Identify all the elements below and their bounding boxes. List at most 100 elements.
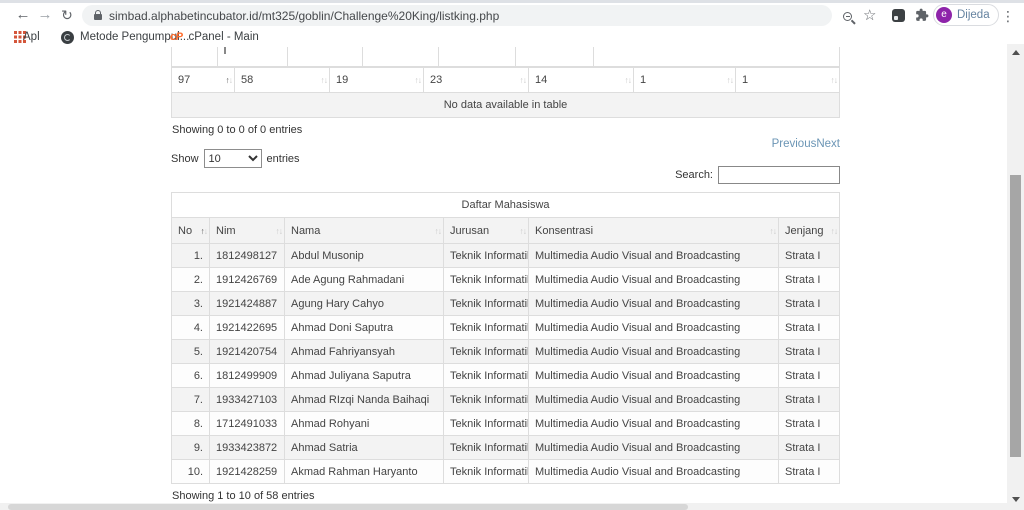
- cell-nim: 1812499909: [210, 364, 285, 388]
- table-row: 5.1921420754Ahmad FahriyansyahTeknik Inf…: [172, 340, 840, 364]
- search-input[interactable]: [718, 166, 840, 184]
- extensions-puzzle-icon[interactable]: [915, 8, 929, 27]
- cell-konsentrasi: Multimedia Audio Visual and Broadcasting: [529, 388, 779, 412]
- cell-nama: Ahmad RIzqi Nanda Baihaqi: [285, 388, 444, 412]
- reload-icon[interactable]: ↻: [56, 3, 78, 28]
- column-header[interactable]: 1↑↓: [736, 68, 840, 93]
- column-header[interactable]: 1 ↑↓: [634, 68, 736, 93]
- vertical-scrollbar-thumb[interactable]: [1010, 175, 1021, 457]
- sort-icon: ↑↓: [520, 75, 527, 85]
- cell-jurusan: Teknik Informatika: [444, 388, 529, 412]
- cell-nama: Abdul Musonip: [285, 244, 444, 268]
- column-header-label: Nama: [291, 225, 320, 237]
- cpanel-icon: cP: [170, 31, 182, 43]
- bookmark-cpanel[interactable]: cP cPanel - Main: [170, 28, 259, 46]
- column-header[interactable]: 58↑↓: [235, 68, 330, 93]
- cell-nama: Ahmad Rohyani: [285, 412, 444, 436]
- students-info: Showing 1 to 10 of 58 entries: [172, 490, 314, 502]
- cell-jurusan: Teknik Informatika: [444, 244, 529, 268]
- cell-jenjang: Strata I: [779, 340, 840, 364]
- table-row: 1.1812498127Abdul MusonipTeknik Informat…: [172, 244, 840, 268]
- cutoff-text: [224, 47, 226, 54]
- sort-icon: ↑↓: [201, 226, 208, 236]
- profile-name: Dijeda: [957, 9, 990, 21]
- bookmark-label: Apl: [23, 31, 40, 43]
- cell-jurusan: Teknik Informatika: [444, 364, 529, 388]
- column-header-label: Konsentrasi: [535, 225, 593, 237]
- next-button[interactable]: Next: [816, 138, 840, 150]
- column-header[interactable]: 23↑↓: [424, 68, 529, 93]
- sort-icon: ↑↓: [625, 75, 632, 85]
- column-header[interactable]: Jenjang↑↓: [779, 218, 840, 244]
- sort-icon: ↑↓: [727, 75, 734, 85]
- cell-jenjang: Strata I: [779, 292, 840, 316]
- cell-no: 1.: [172, 244, 210, 268]
- column-header-label: No: [178, 225, 192, 237]
- profile-chip[interactable]: e Dijeda: [933, 4, 999, 26]
- column-header[interactable]: 14 ↑↓: [529, 68, 634, 93]
- url-text[interactable]: simbad.alphabetincubator.id/mt325/goblin…: [109, 9, 499, 23]
- cell-jenjang: Strata I: [779, 316, 840, 340]
- table-row: 2.1912426769Ade Agung RahmadaniTeknik In…: [172, 268, 840, 292]
- cell-nim: 1712491033: [210, 412, 285, 436]
- sort-icon: ↑↓: [770, 226, 777, 236]
- students-table: Daftar Mahasiswa No↑↓Nim↑↓Nama↑↓Jurusan↑…: [171, 192, 840, 484]
- cell-nama: Ahmad Satria: [285, 436, 444, 460]
- column-header-label: 1: [742, 74, 748, 86]
- cell-jurusan: Teknik Informatika: [444, 316, 529, 340]
- scroll-down-icon[interactable]: [1012, 497, 1020, 502]
- cell-konsentrasi: Multimedia Audio Visual and Broadcasting: [529, 340, 779, 364]
- column-header-label: 97: [178, 74, 190, 86]
- back-icon[interactable]: ←: [12, 3, 34, 28]
- browser-toolbar: ← → ↻ simbad.alphabetincubator.id/mt325/…: [0, 3, 1024, 28]
- previous-button[interactable]: Previous: [772, 138, 817, 150]
- cell-nama: Ahmad Doni Saputra: [285, 316, 444, 340]
- horizontal-scrollbar-thumb[interactable]: [8, 504, 688, 510]
- pagination: PreviousNext: [772, 138, 840, 150]
- cell-konsentrasi: Multimedia Audio Visual and Broadcasting: [529, 292, 779, 316]
- table-row: 4.1921422695Ahmad Doni SaputraTeknik Inf…: [172, 316, 840, 340]
- cell-no: 5.: [172, 340, 210, 364]
- forward-icon[interactable]: →: [34, 3, 56, 28]
- cutoff-table-row: [171, 47, 840, 67]
- cell-nim: 1933423872: [210, 436, 285, 460]
- cell-jurusan: Teknik Informatika: [444, 292, 529, 316]
- column-header[interactable]: Nim↑↓: [210, 218, 285, 244]
- cell-no: 4.: [172, 316, 210, 340]
- cell-no: 9.: [172, 436, 210, 460]
- cell-no: 7.: [172, 388, 210, 412]
- column-header-label: 14: [535, 74, 547, 86]
- cell-nim: 1812498127: [210, 244, 285, 268]
- extension-icon[interactable]: [892, 9, 905, 22]
- sort-icon: ↑↓: [226, 75, 233, 85]
- address-bar[interactable]: simbad.alphabetincubator.id/mt325/goblin…: [82, 5, 832, 26]
- entries-select[interactable]: 10: [204, 149, 262, 168]
- bookmark-star-icon[interactable]: ☆: [863, 6, 876, 26]
- cell-jurusan: Teknik Informatika: [444, 412, 529, 436]
- table-title: Daftar Mahasiswa: [172, 193, 840, 218]
- column-header[interactable]: 19↑↓: [330, 68, 424, 93]
- table-row: 9.1933423872Ahmad SatriaTeknik Informati…: [172, 436, 840, 460]
- cell-jurusan: Teknik Informatika: [444, 460, 529, 484]
- column-header[interactable]: Nama↑↓: [285, 218, 444, 244]
- cell-nim: 1921424887: [210, 292, 285, 316]
- column-header[interactable]: 97 ↑↓: [172, 68, 235, 93]
- column-header[interactable]: No ↑↓: [172, 218, 210, 244]
- cell-jurusan: Teknik Informatika: [444, 268, 529, 292]
- column-header-label: 1: [640, 74, 646, 86]
- browser-menu-icon[interactable]: ⋮: [1001, 6, 1015, 26]
- cell-no: 3.: [172, 292, 210, 316]
- scroll-up-icon[interactable]: [1012, 50, 1020, 55]
- table-row: 3.1921424887Agung Hary CahyoTeknik Infor…: [172, 292, 840, 316]
- zoom-icon[interactable]: [843, 12, 852, 21]
- padlock-icon[interactable]: [94, 14, 102, 20]
- show-label: Show: [171, 153, 199, 165]
- apps-grid-icon: [14, 31, 17, 34]
- bookmark-apl[interactable]: Apl: [13, 28, 40, 46]
- cell-jenjang: Strata I: [779, 436, 840, 460]
- cell-konsentrasi: Multimedia Audio Visual and Broadcasting: [529, 436, 779, 460]
- column-header[interactable]: Konsentrasi ↑↓: [529, 218, 779, 244]
- column-header[interactable]: Jurusan↑↓: [444, 218, 529, 244]
- summary-info: Showing 0 to 0 of 0 entries: [172, 124, 302, 136]
- cell-no: 2.: [172, 268, 210, 292]
